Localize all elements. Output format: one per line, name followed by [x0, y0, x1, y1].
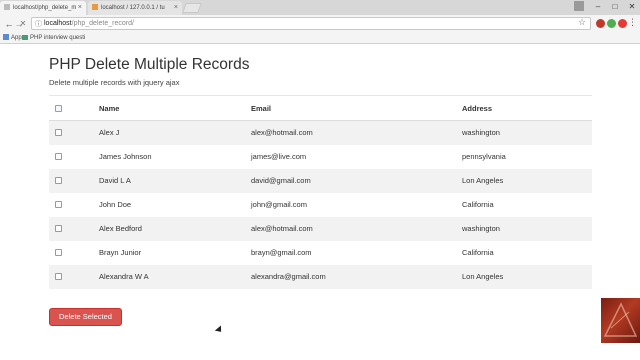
bookmark-label: PHP interview questi [30, 35, 86, 41]
table-row: Alex J alex@hotmail.com washington [49, 121, 592, 145]
row-checkbox[interactable] [55, 249, 62, 256]
row-checkbox[interactable] [55, 225, 62, 232]
back-icon[interactable]: ← [3, 18, 15, 30]
records-table: Name Email Address Alex J alex@hotmail.co… [49, 97, 592, 289]
table-row: James Johnson james@live.com pennsylvania [49, 145, 592, 169]
close-tab-icon[interactable]: × [174, 1, 178, 15]
page-favicon [4, 4, 10, 11]
bookmarks-bar: Apps PHP interview questi [0, 33, 640, 44]
header-email: Email [251, 104, 272, 113]
table-header-row: Name Email Address [49, 97, 592, 121]
bookmark-icon [22, 34, 28, 40]
cell-email: brayn@gmail.com [251, 248, 312, 257]
mouse-cursor [214, 325, 225, 335]
page-title: PHP Delete Multiple Records [49, 56, 250, 73]
cell-name: John Doe [99, 200, 132, 209]
table-row: Brayn Junior brayn@gmail.com California [49, 241, 592, 265]
page-info-icon[interactable]: ⓘ [35, 19, 42, 30]
tab-strip: localhost/php_delete_m × localhost / 127… [0, 0, 640, 15]
table-row: John Doe john@gmail.com California [49, 193, 592, 217]
bookmark-php-interview[interactable]: PHP interview questi [22, 33, 85, 43]
cell-email: john@gmail.com [251, 200, 307, 209]
address-bar[interactable]: ⓘ localhost/php_delete_record/ [31, 17, 591, 30]
cell-email: alex@hotmail.com [251, 128, 313, 137]
cell-name: David L A [99, 176, 131, 185]
cell-address: washington [462, 224, 500, 233]
cell-name: Alexandra W A [99, 272, 149, 281]
address-host: localhost [44, 20, 72, 27]
apps-icon [3, 34, 9, 41]
cell-name: Brayn Junior [99, 248, 142, 257]
row-checkbox[interactable] [55, 201, 62, 208]
header-name: Name [99, 104, 120, 113]
browser-tab[interactable]: localhost / 127.0.0.1 / tu × [88, 1, 182, 15]
table-row: Alexandra W A alexandra@gmail.com Lon Ange… [49, 265, 592, 289]
header-address: Address [462, 104, 493, 113]
cell-email: alexandra@gmail.com [251, 272, 326, 281]
row-checkbox[interactable] [55, 129, 62, 136]
cell-email: james@live.com [251, 152, 307, 161]
table-row: Alex Bedford alex@hotmail.com washington [49, 217, 592, 241]
profile-icon[interactable] [574, 1, 584, 11]
browser-menu-icon[interactable]: ⋮ [628, 17, 637, 28]
cell-email: david@gmail.com [251, 176, 311, 185]
table-row: David L A david@gmail.com Lon Angeles [49, 169, 592, 193]
cell-email: alex@hotmail.com [251, 224, 313, 233]
tab-title: localhost/php_delete_m [13, 5, 77, 11]
extension-icon-2[interactable] [607, 19, 616, 28]
presenter-logo [601, 298, 640, 343]
new-tab-button[interactable] [182, 3, 202, 13]
maximize-icon[interactable]: □ [607, 0, 623, 15]
page-subtitle: Delete multiple records with jquery ajax [49, 78, 180, 87]
stop-loading-icon[interactable]: ✕ [17, 18, 29, 30]
close-window-icon[interactable]: ✕ [624, 0, 640, 15]
bookmark-star-icon[interactable]: ☆ [578, 17, 586, 28]
phpmyadmin-favicon [92, 4, 98, 11]
cell-address: Lon Angeles [462, 272, 504, 281]
select-all-checkbox[interactable] [55, 105, 62, 112]
cell-name: Alex J [99, 128, 120, 137]
address-path: /php_delete_record/ [71, 20, 134, 27]
cell-address: washington [462, 128, 500, 137]
cell-address: California [462, 200, 494, 209]
row-checkbox[interactable] [55, 177, 62, 184]
extension-icon-1[interactable] [596, 19, 605, 28]
tab-title: localhost / 127.0.0.1 / tu [101, 5, 165, 11]
close-tab-icon[interactable]: × [78, 1, 82, 15]
cell-address: California [462, 248, 494, 257]
extension-icon-3[interactable] [618, 19, 627, 28]
cell-name: Alex Bedford [99, 224, 142, 233]
cell-name: James Johnson [99, 152, 152, 161]
cell-address: Lon Angeles [462, 176, 504, 185]
row-checkbox[interactable] [55, 273, 62, 280]
browser-tab-active[interactable]: localhost/php_delete_m × [0, 1, 86, 15]
cell-address: pennsylvania [462, 152, 506, 161]
delete-selected-button[interactable]: Delete Selected [49, 308, 122, 326]
row-checkbox[interactable] [55, 153, 62, 160]
minimize-icon[interactable]: – [590, 0, 606, 15]
divider [49, 95, 592, 96]
